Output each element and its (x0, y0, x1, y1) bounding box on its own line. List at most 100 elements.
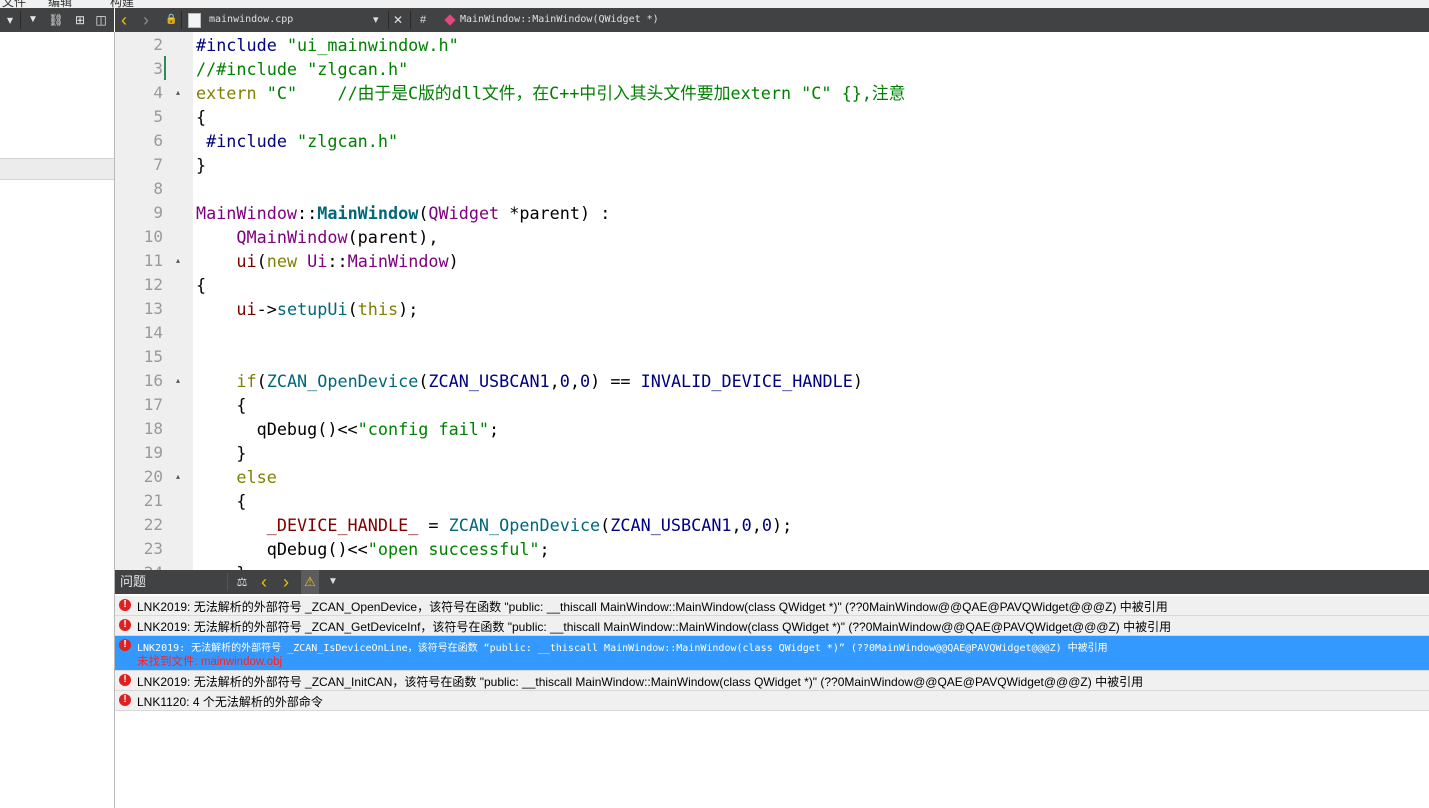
issue-row[interactable]: ! LNK2019: 无法解析的外部符号 _ZCAN_IsDeviceOnLine… (115, 636, 1429, 671)
code-token: ( (600, 515, 611, 535)
toolbar-separator (181, 11, 182, 29)
file-name-combo[interactable]: mainwindow.cpp (209, 8, 293, 32)
next-issue-icon[interactable]: › (277, 570, 295, 594)
code-token: ( (256, 371, 267, 391)
issue-row[interactable]: ! LNK2019: 无法解析的外部符号 _ZCAN_OpenDevice，该符号… (115, 596, 1429, 616)
lock-icon[interactable]: 🔒 (165, 8, 177, 32)
split-icon[interactable]: ⊞ (70, 8, 90, 32)
code-token: } (196, 443, 247, 463)
code-line[interactable]: qDebug()<<"config fail"; (196, 417, 500, 441)
line-number: 20 (143, 467, 163, 486)
issue-row[interactable]: ! LNK2019: 无法解析的外部符号 _ZCAN_GetDeviceInf，该… (115, 616, 1429, 636)
code-line[interactable]: MainWindow::MainWindow(QWidget *parent) … (196, 201, 610, 225)
code-token: MainWindow (196, 203, 298, 223)
code-token: = (418, 515, 449, 535)
code-line[interactable]: ui->setupUi(this); (196, 297, 418, 321)
code-editor[interactable]: #include "ui_mainwindow.h"//#include "zl… (193, 32, 1429, 570)
code-line[interactable]: { (196, 489, 247, 513)
code-line[interactable]: qDebug()<<"open successful"; (196, 537, 550, 561)
code-line[interactable]: { (196, 273, 206, 297)
code-token: -> (256, 299, 277, 319)
code-line[interactable]: #include "ui_mainwindow.h" (196, 33, 459, 57)
code-token: MainWindow (317, 203, 419, 223)
code-token: QMainWindow (236, 227, 348, 247)
code-line[interactable]: QMainWindow(parent), (196, 225, 438, 249)
hash-icon[interactable]: # (420, 8, 426, 32)
prev-issue-icon[interactable]: ‹ (255, 570, 273, 594)
code-token: INVALID_DEVICE_HANDLE (640, 371, 853, 391)
symbol-combo[interactable]: MainWindow::MainWindow(QWidget *) (460, 8, 659, 32)
code-token: } (196, 155, 207, 175)
line-number: 16 (143, 371, 163, 390)
code-token: 0 (741, 515, 752, 535)
code-line[interactable]: } (196, 153, 206, 177)
close-file-icon[interactable]: ✕ (393, 8, 403, 32)
code-token: ; (489, 419, 500, 439)
code-line[interactable]: _DEVICE_HANDLE_ = ZCAN_OpenDevice(ZCAN_U… (196, 513, 792, 537)
code-token: ui (236, 251, 257, 271)
code-token: qDebug()<< (196, 419, 358, 439)
fold-marker-icon[interactable]: ▴ (176, 369, 186, 393)
line-number: 15 (143, 347, 163, 366)
code-token: , (569, 371, 580, 391)
code-token: ( (347, 299, 358, 319)
fold-marker-icon[interactable]: ▴ (176, 249, 186, 273)
code-token: #include (196, 131, 298, 151)
code-token: ) == (590, 371, 641, 391)
line-number: 7 (153, 155, 163, 174)
code-token: 0 (580, 371, 591, 391)
filter-icon[interactable]: ▼ (325, 570, 341, 594)
forward-icon[interactable]: › (143, 8, 149, 32)
line-number-gutter: 2 3 4 ▴ 5 6 7 8 9 10 11 ▴ 12 13 14 15 16 ▴ 17 18 19 20 ▴ 21 22 23… (115, 32, 193, 570)
code-token: } (196, 563, 246, 570)
warning-filter-icon[interactable]: ⚠ (301, 570, 319, 594)
file-dropdown-icon[interactable]: ▾ (373, 8, 379, 32)
code-line[interactable]: } (196, 441, 247, 465)
code-token: setupUi (276, 299, 348, 319)
line-number: 4 (153, 83, 163, 102)
tree-row-selected[interactable] (0, 158, 114, 180)
close-pane-icon[interactable]: ◫ (92, 8, 110, 32)
code-line[interactable]: if(ZCAN_OpenDevice(ZCAN_USBCAN1,0,0) == … (196, 369, 863, 393)
issue-row[interactable]: ! LNK1120: 4 个无法解析的外部命令 (115, 691, 1429, 711)
issue-row[interactable]: ! LNK2019: 无法解析的外部符号 _ZCAN_InitCAN，该符号在函数… (115, 671, 1429, 691)
dropdown-icon[interactable]: ▾ (2, 8, 18, 32)
code-line[interactable]: ui(new Ui::MainWindow) (196, 249, 458, 273)
code-line[interactable]: extern "C" //由于是C版的dll文件，在C++中引入其头文件要加ex… (196, 81, 905, 105)
code-line[interactable]: { (196, 105, 206, 129)
code-line[interactable]: { (196, 393, 246, 417)
error-icon: ! (119, 694, 131, 706)
code-line[interactable]: #include "zlgcan.h" (196, 129, 398, 153)
clean-icon[interactable]: ⚖ (233, 570, 251, 594)
code-token: "config fail" (357, 419, 489, 439)
line-number: 6 (153, 131, 163, 150)
line-number: 3 (153, 59, 163, 78)
link-icon[interactable]: ⛓ (46, 8, 66, 32)
line-number: 5 (153, 107, 163, 126)
issues-pane-title: 问题 (120, 574, 147, 589)
code-token: ( (418, 203, 429, 223)
line-number: 21 (143, 491, 163, 510)
editor-toolbar: ‹ › 🔒 mainwindow.cpp ▾ ✕ # MainWindow::M… (115, 8, 1429, 32)
fold-marker-icon[interactable]: ▴ (176, 465, 186, 489)
filter-icon[interactable]: ▼ (24, 8, 42, 32)
line-number: 11 (143, 251, 163, 270)
issues-toolbar: 问题 ⚖ ‹ › ⚠ ▼ (115, 570, 1429, 594)
left-pane-toolbar: ▾ ▼ ⛓ ⊞ ◫ (0, 8, 114, 32)
fold-marker-icon[interactable]: ▴ (176, 81, 186, 105)
code-token: else (236, 467, 277, 487)
line-number: 9 (153, 203, 163, 222)
toolbar-separator (20, 11, 21, 29)
code-token: ) (852, 371, 863, 391)
back-icon[interactable]: ‹ (121, 8, 127, 32)
code-line[interactable]: else (196, 465, 277, 489)
code-token: { (196, 491, 247, 511)
code-line[interactable]: //#include "zlgcan.h" (196, 57, 408, 81)
line-number: 18 (143, 419, 163, 438)
code-line[interactable]: } (196, 561, 246, 570)
code-token: qDebug()<< (196, 539, 368, 559)
line-number: 2 (153, 35, 163, 54)
code-token: "C" (266, 83, 298, 103)
